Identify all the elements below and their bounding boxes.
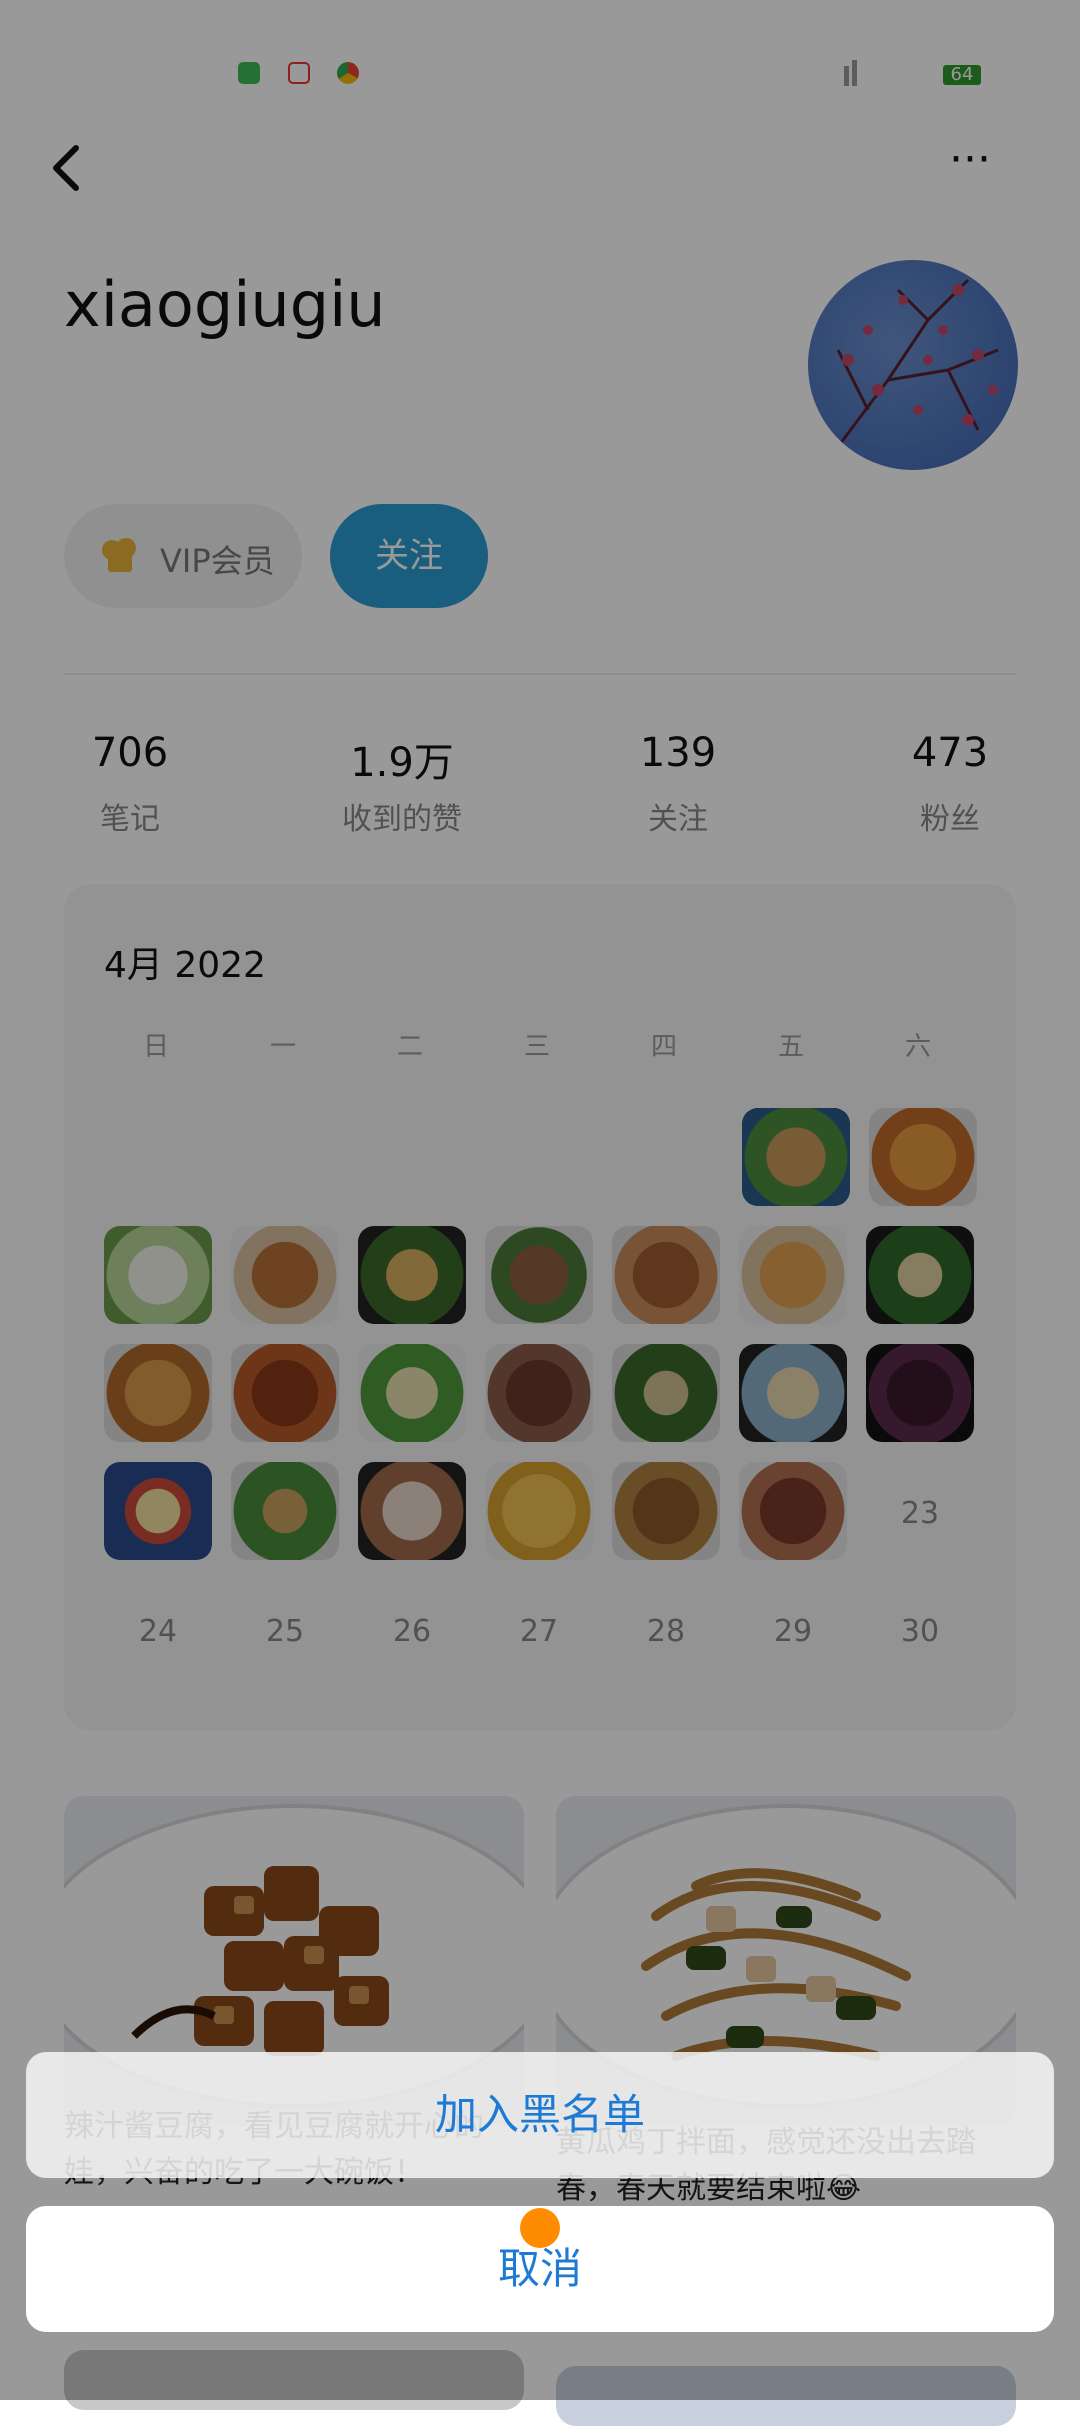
add-to-blacklist-button[interactable]: 加入黑名单 xyxy=(26,2052,1054,2178)
touch-indicator xyxy=(520,2208,560,2248)
modal-backdrop[interactable] xyxy=(0,0,1080,2400)
